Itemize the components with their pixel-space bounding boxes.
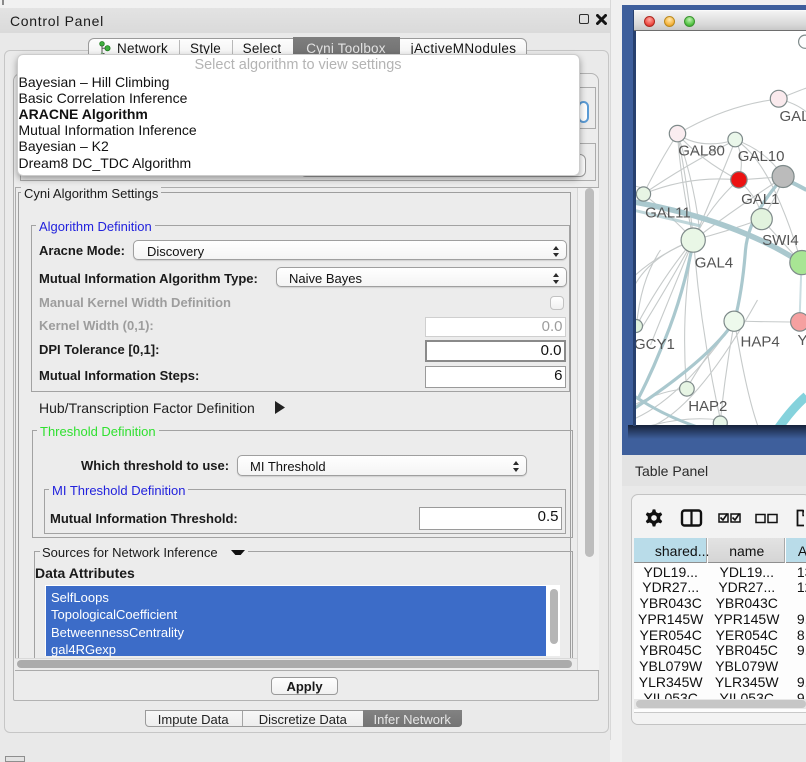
svg-text:HAP2: HAP2 (688, 398, 727, 415)
svg-text:YM: YM (797, 332, 806, 349)
svg-text:GAL1: GAL1 (741, 191, 779, 208)
svg-text:GCY1: GCY1 (636, 336, 675, 353)
svg-text:GAL10: GAL10 (737, 148, 784, 165)
svg-text:GAL4: GAL4 (694, 255, 732, 272)
svg-text:GAL2: GAL2 (779, 108, 806, 125)
svg-text:SWI4: SWI4 (762, 232, 799, 249)
svg-text:GAL11: GAL11 (645, 205, 691, 222)
svg-text:HAP4: HAP4 (740, 334, 779, 351)
svg-text:GAL80: GAL80 (678, 143, 725, 160)
